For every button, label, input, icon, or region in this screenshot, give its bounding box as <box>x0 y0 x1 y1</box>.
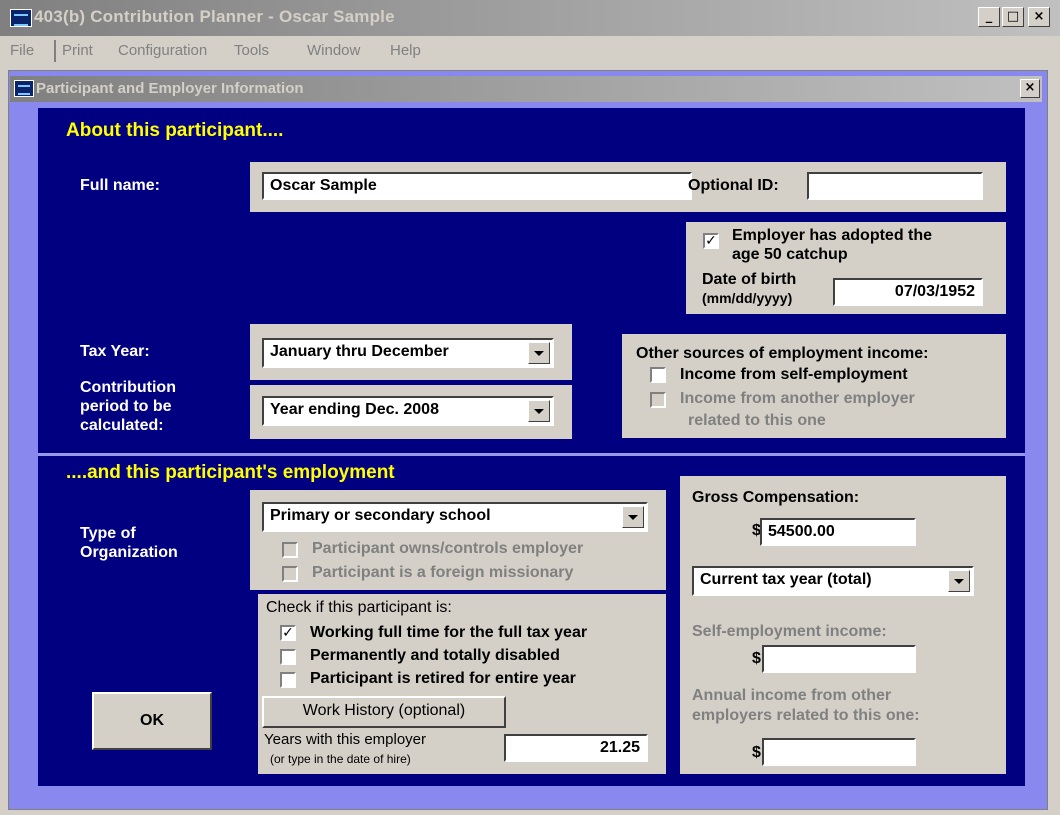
period-value: Year ending Dec. 2008 <box>270 401 439 418</box>
menu-window[interactable]: Window <box>307 42 360 59</box>
window-title: 403(b) Contribution Planner - Oscar Samp… <box>34 7 395 26</box>
retired-checkbox[interactable] <box>280 672 296 688</box>
app-icon <box>10 9 32 27</box>
dob-label-line2: (mm/dd/yyyy) <box>702 290 793 306</box>
maximize-button[interactable]: □ <box>1002 7 1024 27</box>
org-type-label-line2: Organization <box>80 544 178 561</box>
close-button[interactable]: × <box>1028 7 1050 27</box>
menu-configuration[interactable]: Configuration <box>118 42 207 59</box>
years-label-line1: Years with this employer <box>264 731 427 748</box>
menu-help[interactable]: Help <box>390 42 421 59</box>
chevron-down-icon[interactable] <box>622 506 644 528</box>
catchup-label-line1: Employer has adopted the <box>732 227 933 244</box>
tax-year-value: January thru December <box>270 343 449 360</box>
dialog-close-button[interactable]: × <box>1020 79 1040 98</box>
check-if-label: Check if this participant is: <box>266 599 452 616</box>
participant-heading: About this participant.... <box>66 120 284 141</box>
catchup-checkbox[interactable]: ✓ <box>703 233 719 249</box>
retired-label: Participant is retired for entire year <box>310 670 576 687</box>
comp-period-select[interactable]: Current tax year (total) <box>692 566 974 596</box>
period-label-line1: Contribution <box>80 379 176 396</box>
menu-tools[interactable]: Tools <box>234 42 269 59</box>
self-emp-income-currency: $ <box>752 650 761 667</box>
self-emp-income-label: Self-employment income: <box>692 623 887 640</box>
dialog-icon <box>14 80 34 97</box>
dialog-title: Participant and Employer Information <box>36 80 304 97</box>
disabled-checkbox[interactable] <box>280 649 296 665</box>
other-income-label: Other sources of employment income: <box>636 345 929 362</box>
dob-input[interactable]: 07/03/1952 <box>833 278 983 306</box>
minimize-button[interactable]: _ <box>978 7 1000 27</box>
missionary-checkbox[interactable] <box>282 566 298 582</box>
catchup-label-line2: age 50 catchup <box>732 246 848 263</box>
full-name-label: Full name: <box>80 177 161 194</box>
menu-separator <box>54 40 56 62</box>
chevron-down-icon[interactable] <box>528 400 550 422</box>
optional-id-input[interactable] <box>807 172 983 200</box>
self-emp-income-input[interactable] <box>762 645 916 673</box>
org-type-label-line1: Type of <box>80 525 136 542</box>
chevron-down-icon[interactable] <box>528 342 550 364</box>
org-type-select[interactable]: Primary or secondary school <box>262 502 648 532</box>
full-name-input[interactable]: Oscar Sample <box>262 172 692 200</box>
comp-period-value: Current tax year (total) <box>700 571 872 588</box>
years-input[interactable]: 21.25 <box>504 734 648 762</box>
self-employment-checkbox[interactable] <box>650 367 666 383</box>
optional-id-label: Optional ID: <box>688 177 779 194</box>
annual-income-input[interactable] <box>762 738 916 766</box>
owns-employer-label: Participant owns/controls employer <box>312 540 584 557</box>
period-label-line3: calculated: <box>80 417 164 434</box>
full-time-label: Working full time for the full tax year <box>310 624 588 641</box>
period-label-line2: period to be <box>80 398 172 415</box>
missionary-label: Participant is a foreign missionary <box>312 564 574 581</box>
tax-year-label: Tax Year: <box>80 343 150 360</box>
owns-employer-checkbox[interactable] <box>282 542 298 558</box>
menu-file[interactable]: File <box>10 42 34 59</box>
full-time-checkbox[interactable]: ✓ <box>280 625 296 641</box>
menu-print[interactable]: Print <box>62 42 93 59</box>
years-label-line2: (or type in the date of hire) <box>270 752 411 766</box>
self-employment-label: Income from self-employment <box>680 366 908 383</box>
work-history-button[interactable]: Work History (optional) <box>262 696 506 728</box>
related-employer-checkbox[interactable] <box>650 392 666 408</box>
related-employer-label-line2: related to this one <box>688 412 826 429</box>
tax-year-select[interactable]: January thru December <box>262 338 554 368</box>
dob-label-line1: Date of birth <box>702 271 797 288</box>
annual-income-label-line2: employers related to this one: <box>692 707 920 724</box>
employment-heading: ....and this participant's employment <box>66 462 395 483</box>
period-select[interactable]: Year ending Dec. 2008 <box>262 396 554 426</box>
gross-comp-input[interactable]: 54500.00 <box>760 518 916 546</box>
org-type-value: Primary or secondary school <box>270 507 491 524</box>
gross-comp-label: Gross Compensation: <box>692 489 860 506</box>
related-employer-label-line1: Income from another employer <box>680 390 915 407</box>
annual-income-currency: $ <box>752 744 761 761</box>
chevron-down-icon[interactable] <box>948 570 970 592</box>
ok-button[interactable]: OK <box>92 692 212 750</box>
annual-income-label-line1: Annual income from other <box>692 687 892 704</box>
disabled-label: Permanently and totally disabled <box>310 647 560 664</box>
